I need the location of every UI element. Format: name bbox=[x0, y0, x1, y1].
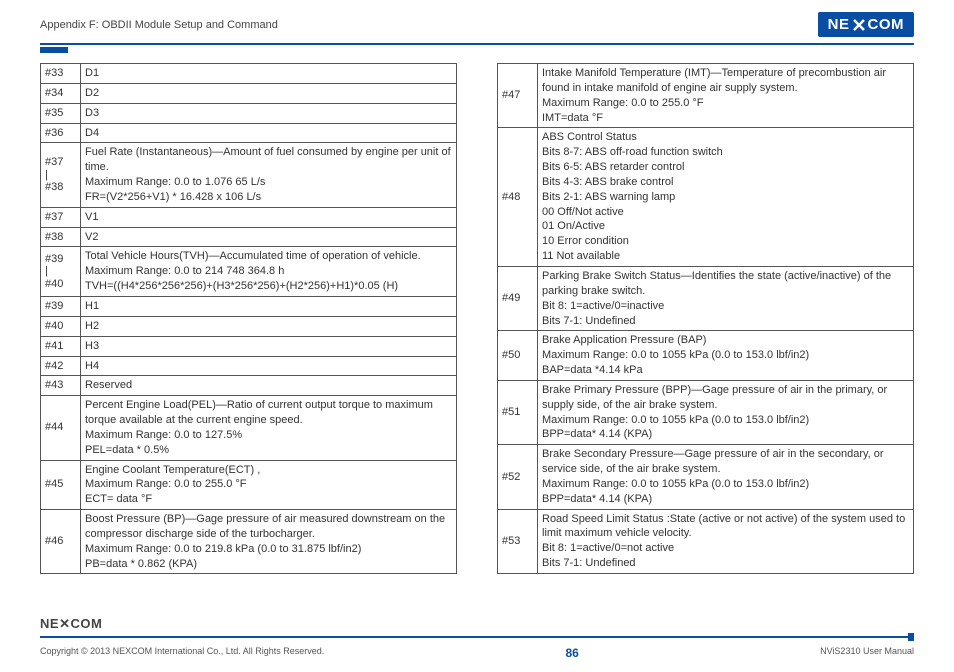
row-description: Boost Pressure (BP)—Gage pressure of air… bbox=[81, 510, 457, 574]
table-row: #37|#38Fuel Rate (Instantaneous)—Amount … bbox=[41, 143, 457, 207]
row-index: #43 bbox=[41, 376, 81, 396]
row-index: #47 bbox=[498, 64, 538, 128]
row-index: #53 bbox=[498, 509, 538, 573]
row-description: Intake Manifold Temperature (IMT)—Temper… bbox=[538, 64, 914, 128]
row-index: #39|#40 bbox=[41, 247, 81, 297]
row-description: Brake Primary Pressure (BPP)—Gage pressu… bbox=[538, 380, 914, 444]
page-footer: Copyright © 2013 NEXCOM International Co… bbox=[40, 646, 914, 660]
row-description: Brake Secondary Pressure—Gage pressure o… bbox=[538, 445, 914, 509]
row-index: #36 bbox=[41, 123, 81, 143]
row-index: #45 bbox=[41, 460, 81, 510]
table-row: #45Engine Coolant Temperature(ECT) ,Maxi… bbox=[41, 460, 457, 510]
table-row: #48ABS Control StatusBits 8-7: ABS off-r… bbox=[498, 128, 914, 267]
row-index: #51 bbox=[498, 380, 538, 444]
table-row: #53Road Speed Limit Status :State (activ… bbox=[498, 509, 914, 573]
row-description: Percent Engine Load(PEL)—Ratio of curren… bbox=[81, 396, 457, 460]
page-number: 86 bbox=[566, 646, 579, 660]
table-row: #38V2 bbox=[41, 227, 457, 247]
row-description: ABS Control StatusBits 8-7: ABS off-road… bbox=[538, 128, 914, 267]
row-description: H2 bbox=[81, 316, 457, 336]
table-row: #34D2 bbox=[41, 83, 457, 103]
row-description: H4 bbox=[81, 356, 457, 376]
table-row: #52Brake Secondary Pressure—Gage pressur… bbox=[498, 445, 914, 509]
row-description: Reserved bbox=[81, 376, 457, 396]
logo-x-icon bbox=[851, 17, 867, 33]
row-index: #40 bbox=[41, 316, 81, 336]
logo-x-icon: ✕ bbox=[59, 616, 70, 631]
row-index: #37|#38 bbox=[41, 143, 81, 207]
row-index: #33 bbox=[41, 64, 81, 84]
left-column: #33D1#34D2#35D3#36D4#37|#38Fuel Rate (In… bbox=[40, 63, 457, 574]
copyright-text: Copyright © 2013 NEXCOM International Co… bbox=[40, 646, 324, 660]
row-description: Road Speed Limit Status :State (active o… bbox=[538, 509, 914, 573]
row-index: #39 bbox=[41, 296, 81, 316]
table-row: #44Percent Engine Load(PEL)—Ratio of cur… bbox=[41, 396, 457, 460]
table-row: #36D4 bbox=[41, 123, 457, 143]
row-description: D4 bbox=[81, 123, 457, 143]
row-description: V2 bbox=[81, 227, 457, 247]
nexcom-logo: NE COM bbox=[818, 12, 914, 37]
left-table: #33D1#34D2#35D3#36D4#37|#38Fuel Rate (In… bbox=[40, 63, 457, 574]
row-index: #38 bbox=[41, 227, 81, 247]
row-index: #49 bbox=[498, 266, 538, 330]
footer-logo: NE✕COM bbox=[40, 616, 102, 632]
row-index: #50 bbox=[498, 331, 538, 381]
right-column: #47Intake Manifold Temperature (IMT)—Tem… bbox=[497, 63, 914, 574]
row-description: Brake Application Pressure (BAP)Maximum … bbox=[538, 331, 914, 381]
table-row: #41H3 bbox=[41, 336, 457, 356]
page-header: Appendix F: OBDII Module Setup and Comma… bbox=[0, 0, 954, 43]
table-row: #47Intake Manifold Temperature (IMT)—Tem… bbox=[498, 64, 914, 128]
row-index: #41 bbox=[41, 336, 81, 356]
row-description: Engine Coolant Temperature(ECT) ,Maximum… bbox=[81, 460, 457, 510]
table-row: #39H1 bbox=[41, 296, 457, 316]
table-row: #46Boost Pressure (BP)—Gage pressure of … bbox=[41, 510, 457, 574]
header-title: Appendix F: OBDII Module Setup and Comma… bbox=[40, 19, 278, 31]
table-row: #33D1 bbox=[41, 64, 457, 84]
table-row: #39|#40Total Vehicle Hours(TVH)—Accumula… bbox=[41, 247, 457, 297]
row-description: D2 bbox=[81, 83, 457, 103]
table-row: #35D3 bbox=[41, 103, 457, 123]
row-description: Parking Brake Switch Status—Identifies t… bbox=[538, 266, 914, 330]
row-description: D3 bbox=[81, 103, 457, 123]
row-description: V1 bbox=[81, 207, 457, 227]
row-index: #34 bbox=[41, 83, 81, 103]
row-index: #37 bbox=[41, 207, 81, 227]
table-row: #50Brake Application Pressure (BAP)Maxim… bbox=[498, 331, 914, 381]
row-index: #35 bbox=[41, 103, 81, 123]
footer-rule bbox=[40, 636, 914, 638]
row-description: H3 bbox=[81, 336, 457, 356]
row-description: H1 bbox=[81, 296, 457, 316]
table-row: #49Parking Brake Switch Status—Identifie… bbox=[498, 266, 914, 330]
row-index: #42 bbox=[41, 356, 81, 376]
content-columns: #33D1#34D2#35D3#36D4#37|#38Fuel Rate (In… bbox=[0, 53, 954, 574]
row-description: Total Vehicle Hours(TVH)—Accumulated tim… bbox=[81, 247, 457, 297]
row-index: #48 bbox=[498, 128, 538, 267]
row-description: D1 bbox=[81, 64, 457, 84]
row-index: #46 bbox=[41, 510, 81, 574]
table-row: #40H2 bbox=[41, 316, 457, 336]
row-description: Fuel Rate (Instantaneous)—Amount of fuel… bbox=[81, 143, 457, 207]
table-row: #51Brake Primary Pressure (BPP)—Gage pre… bbox=[498, 380, 914, 444]
row-index: #44 bbox=[41, 396, 81, 460]
row-index: #52 bbox=[498, 445, 538, 509]
table-row: #42H4 bbox=[41, 356, 457, 376]
manual-name: NViS2310 User Manual bbox=[820, 646, 914, 660]
table-row: #37V1 bbox=[41, 207, 457, 227]
table-row: #43Reserved bbox=[41, 376, 457, 396]
right-table: #47Intake Manifold Temperature (IMT)—Tem… bbox=[497, 63, 914, 574]
header-rule bbox=[40, 43, 914, 45]
